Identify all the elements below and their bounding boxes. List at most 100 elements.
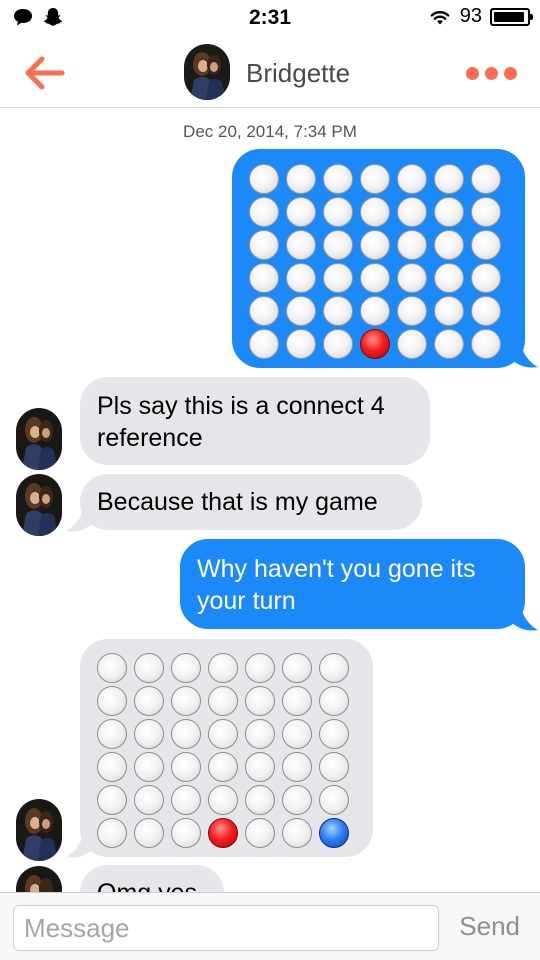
received-text-message[interactable]: Because that is my game xyxy=(80,474,422,530)
status-indicators: 93 xyxy=(428,5,533,28)
empty-slot xyxy=(245,686,275,716)
empty-slot xyxy=(249,164,279,194)
empty-slot xyxy=(397,164,427,194)
empty-slot xyxy=(134,752,164,782)
connect-four-board xyxy=(97,653,349,848)
empty-slot xyxy=(323,164,353,194)
empty-slot xyxy=(434,197,464,227)
empty-slot xyxy=(319,686,349,716)
empty-slot xyxy=(471,197,501,227)
empty-slot xyxy=(249,230,279,260)
empty-slot xyxy=(282,653,312,683)
empty-slot xyxy=(434,164,464,194)
empty-slot xyxy=(360,230,390,260)
contact-avatar[interactable] xyxy=(184,44,230,100)
empty-slot xyxy=(245,653,275,683)
sent-board-message[interactable] xyxy=(232,149,525,368)
send-button[interactable]: Send xyxy=(459,911,520,942)
empty-slot xyxy=(286,263,316,293)
empty-slot xyxy=(286,230,316,260)
empty-slot xyxy=(134,686,164,716)
avatar-photo xyxy=(16,474,62,536)
empty-slot xyxy=(434,230,464,260)
message-composer: Send xyxy=(0,892,540,960)
empty-slot xyxy=(471,329,501,359)
empty-slot xyxy=(319,785,349,815)
empty-slot xyxy=(208,686,238,716)
message-text: reference xyxy=(97,424,203,452)
message-text: Because that is my game xyxy=(97,488,378,516)
contact-name[interactable]: Bridgette xyxy=(246,58,350,89)
avatar-photo xyxy=(184,44,230,100)
red-piece xyxy=(208,818,238,848)
more-dots-icon xyxy=(504,66,517,80)
empty-slot xyxy=(323,197,353,227)
bubble-tail xyxy=(508,336,538,368)
empty-slot xyxy=(97,818,127,848)
avatar-photo xyxy=(16,408,62,470)
empty-slot xyxy=(208,752,238,782)
empty-slot xyxy=(282,686,312,716)
sent-text-message[interactable]: Why haven't you gone its your turn xyxy=(180,539,525,629)
message-input[interactable] xyxy=(13,905,439,951)
avatar-photo xyxy=(16,799,62,861)
empty-slot xyxy=(134,785,164,815)
empty-slot xyxy=(397,230,427,260)
empty-slot xyxy=(360,263,390,293)
received-board-message[interactable] xyxy=(80,639,373,857)
empty-slot xyxy=(97,785,127,815)
empty-slot xyxy=(249,296,279,326)
back-button[interactable] xyxy=(18,50,70,96)
empty-slot xyxy=(134,818,164,848)
battery-percent: 93 xyxy=(459,5,482,27)
empty-slot xyxy=(323,230,353,260)
empty-slot xyxy=(434,263,464,293)
empty-slot xyxy=(97,686,127,716)
contact-avatar-small[interactable] xyxy=(16,408,62,470)
empty-slot xyxy=(171,686,201,716)
empty-slot xyxy=(282,785,312,815)
empty-slot xyxy=(245,719,275,749)
empty-slot xyxy=(171,785,201,815)
empty-slot xyxy=(245,818,275,848)
red-piece xyxy=(360,329,390,359)
empty-slot xyxy=(208,785,238,815)
more-options-button[interactable] xyxy=(466,60,518,86)
empty-slot xyxy=(286,197,316,227)
empty-slot xyxy=(97,752,127,782)
empty-slot xyxy=(282,719,312,749)
empty-slot xyxy=(282,752,312,782)
empty-slot xyxy=(245,752,275,782)
empty-slot xyxy=(171,719,201,749)
contact-avatar-small[interactable] xyxy=(16,799,62,861)
empty-slot xyxy=(249,329,279,359)
empty-slot xyxy=(208,653,238,683)
empty-slot xyxy=(434,329,464,359)
status-bar: 2:31 93 xyxy=(0,0,540,38)
more-dots-icon xyxy=(466,66,479,80)
empty-slot xyxy=(323,329,353,359)
empty-slot xyxy=(397,296,427,326)
message-text: Why haven't you gone its xyxy=(197,555,476,583)
empty-slot xyxy=(397,197,427,227)
empty-slot xyxy=(471,263,501,293)
empty-slot xyxy=(319,653,349,683)
battery-level xyxy=(494,11,524,22)
empty-slot xyxy=(282,818,312,848)
empty-slot xyxy=(471,296,501,326)
empty-slot xyxy=(360,296,390,326)
empty-slot xyxy=(245,785,275,815)
received-text-message[interactable]: Pls say this is a connect 4 reference xyxy=(80,377,430,465)
empty-slot xyxy=(249,197,279,227)
contact-avatar-small[interactable] xyxy=(16,474,62,536)
empty-slot xyxy=(397,329,427,359)
empty-slot xyxy=(249,263,279,293)
empty-slot xyxy=(171,818,201,848)
conversation-timestamp: Dec 20, 2014, 7:34 PM xyxy=(183,122,357,141)
empty-slot xyxy=(319,752,349,782)
empty-slot xyxy=(323,296,353,326)
battery-icon xyxy=(490,7,533,26)
bubble-tail xyxy=(508,599,538,631)
empty-slot xyxy=(134,719,164,749)
message-text: Pls say this is a connect 4 xyxy=(97,392,385,420)
